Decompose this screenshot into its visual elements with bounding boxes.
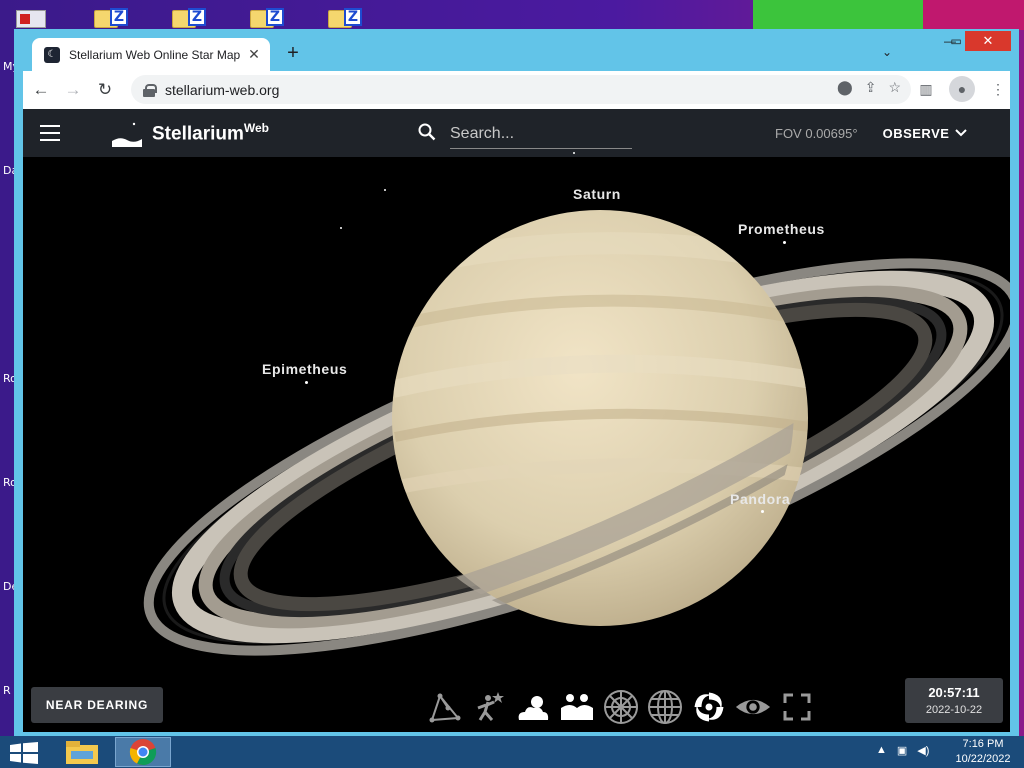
browser-window: ☾ Stellarium Web Online Star Map ✕ + ⌄ —… bbox=[14, 29, 1019, 736]
tab-stellarium[interactable]: ☾ Stellarium Web Online Star Map ✕ bbox=[32, 38, 270, 71]
brand-title: StellariumWeb bbox=[152, 121, 269, 145]
close-window-button[interactable]: ✕ bbox=[965, 31, 1011, 51]
app-bar: StellariumWeb FOV 0.00695° OBSERVE bbox=[23, 109, 1010, 157]
chrome-taskbar-icon[interactable] bbox=[115, 737, 171, 767]
deep-sky-objects-icon[interactable] bbox=[690, 688, 728, 726]
zip-folder-icon[interactable]: Z bbox=[250, 6, 284, 28]
taskbar: ▲ ▣ ◀) 7:16 PM 10/22/2022 bbox=[0, 736, 1024, 768]
fov-readout: FOV 0.00695° bbox=[775, 126, 858, 141]
night-mode-icon[interactable] bbox=[734, 688, 772, 726]
volume-icon[interactable]: ◀) bbox=[917, 744, 929, 757]
profile-avatar-icon[interactable]: ● bbox=[949, 76, 975, 102]
zip-folder-icon[interactable]: Z bbox=[328, 6, 362, 28]
pandora-label[interactable]: Pandora bbox=[730, 491, 790, 507]
fullscreen-icon[interactable] bbox=[778, 688, 816, 726]
time-text: 20:57:11 bbox=[928, 685, 980, 700]
more-menu-icon[interactable]: ⋮ bbox=[985, 76, 1011, 102]
desktop-label[interactable]: R bbox=[3, 684, 11, 697]
sky-view[interactable]: Saturn Prometheus Epimetheus Pandora bbox=[23, 152, 1010, 732]
epimetheus-label[interactable]: Epimetheus bbox=[262, 361, 347, 377]
windows-start-icon[interactable] bbox=[10, 742, 38, 764]
taskbar-clock[interactable]: 7:16 PM 10/22/2022 bbox=[951, 736, 1015, 768]
side-panel-icon[interactable]: ▥ bbox=[913, 76, 939, 102]
saturn-label[interactable]: Saturn bbox=[573, 186, 621, 202]
close-tab-icon[interactable]: ✕ bbox=[246, 46, 262, 63]
clock-time: 7:16 PM bbox=[962, 738, 1004, 750]
prometheus-marker[interactable] bbox=[783, 241, 786, 244]
reload-button[interactable]: ↻ bbox=[91, 76, 119, 104]
stellarium-app: StellariumWeb FOV 0.00695° OBSERVE bbox=[23, 109, 1010, 732]
stellarium-favicon-icon: ☾ bbox=[44, 46, 60, 63]
chevron-down-icon bbox=[955, 129, 968, 137]
bookmark-star-icon[interactable]: ☆ bbox=[888, 79, 901, 96]
date-text: 2022-10-22 bbox=[925, 704, 983, 716]
star bbox=[573, 152, 575, 154]
star bbox=[340, 227, 342, 229]
lock-icon[interactable] bbox=[143, 83, 157, 97]
location-button[interactable]: NEAR DEARING bbox=[31, 687, 163, 723]
tab-search-chevron-icon[interactable]: ⌄ bbox=[882, 45, 892, 59]
search-box bbox=[418, 119, 633, 149]
tab-strip: ☾ Stellarium Web Online Star Map ✕ + ⌄ —… bbox=[14, 29, 1019, 71]
menu-icon[interactable] bbox=[40, 125, 60, 141]
search-input[interactable] bbox=[450, 119, 632, 149]
system-tray: ▲ ▣ ◀) bbox=[876, 744, 929, 757]
stellarium-logo-icon bbox=[112, 122, 142, 147]
atmosphere-icon[interactable] bbox=[514, 688, 552, 726]
new-tab-button[interactable]: + bbox=[283, 42, 303, 65]
landscape-icon[interactable] bbox=[558, 688, 596, 726]
search-icon bbox=[418, 123, 436, 141]
url-text[interactable]: stellarium-web.org bbox=[165, 82, 279, 98]
equatorial-grid-icon[interactable] bbox=[646, 688, 684, 726]
constellation-lines-icon[interactable] bbox=[426, 688, 464, 726]
epimetheus-marker[interactable] bbox=[305, 381, 308, 384]
zip-folder-icon[interactable]: Z bbox=[94, 6, 128, 28]
prometheus-label[interactable]: Prometheus bbox=[738, 221, 825, 237]
address-bar[interactable]: stellarium-web.org ⬤ ⇪ ☆ bbox=[131, 75, 911, 104]
tray-expand-icon[interactable]: ▲ bbox=[876, 744, 887, 757]
back-button[interactable]: ← bbox=[27, 76, 55, 104]
share-icon[interactable]: ⇪ bbox=[865, 79, 877, 96]
star bbox=[384, 189, 386, 191]
network-icon[interactable]: ▣ bbox=[897, 744, 907, 757]
observe-button[interactable]: OBSERVE bbox=[871, 119, 979, 147]
azimuthal-grid-icon[interactable] bbox=[602, 688, 640, 726]
location-pin-icon[interactable]: ⬤ bbox=[837, 79, 853, 96]
tab-title: Stellarium Web Online Star Map bbox=[69, 47, 241, 62]
zip-folder-icon[interactable]: Z bbox=[172, 6, 206, 28]
view-toggles bbox=[426, 687, 816, 727]
file-explorer-icon[interactable] bbox=[54, 737, 110, 767]
time-display[interactable]: 20:57:11 2022-10-22 bbox=[905, 678, 1003, 723]
pandora-marker[interactable] bbox=[761, 510, 764, 513]
forward-button[interactable]: → bbox=[59, 76, 87, 104]
desktop-shortcut-icon[interactable] bbox=[16, 6, 50, 28]
browser-toolbar: ← → ↻ stellarium-web.org ⬤ ⇪ ☆ ▥ ● ⋮ bbox=[23, 71, 1010, 109]
saturn-render[interactable] bbox=[23, 157, 1010, 732]
clock-date: 10/22/2022 bbox=[955, 753, 1011, 765]
constellation-art-icon[interactable] bbox=[470, 688, 508, 726]
